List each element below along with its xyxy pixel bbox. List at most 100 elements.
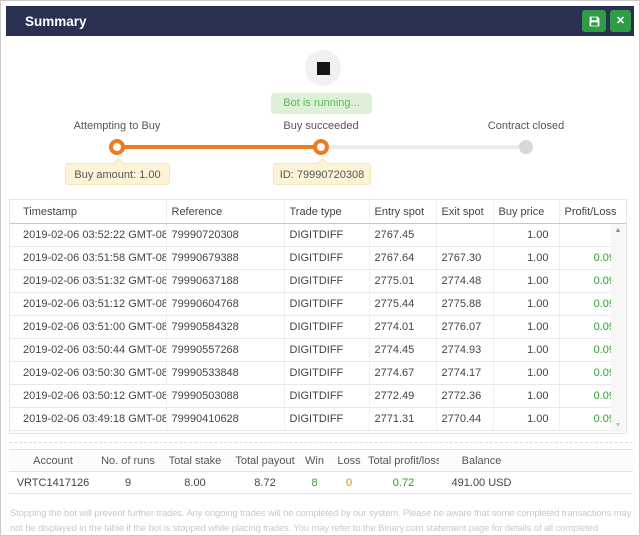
trade-type: DIGITDIFF	[284, 224, 369, 247]
spacer	[524, 450, 633, 472]
trades-table: Timestamp Reference Trade type Entry spo…	[10, 200, 626, 431]
trade-timestamp: 2019-02-06 03:51:32 GMT-0800	[10, 270, 166, 293]
close-button[interactable]: ✕	[610, 10, 631, 32]
trade-entry-spot: 2771.31	[369, 408, 436, 431]
trade-timestamp: 2019-02-06 03:51:00 GMT-0800	[10, 316, 166, 339]
column-header-profit-loss: Profit/Loss	[559, 200, 626, 224]
spacer	[524, 472, 633, 494]
progress-line-active	[117, 145, 321, 149]
trade-entry-spot: 2767.45	[369, 224, 436, 247]
trade-buy-price: 1.00	[493, 385, 559, 408]
step-label-buy-succeeded: Buy succeeded	[246, 120, 396, 132]
trade-type: DIGITDIFF	[284, 316, 369, 339]
trade-buy-price: 1.00	[493, 293, 559, 316]
step-dot-contract-closed	[519, 140, 533, 154]
summary-table-container: Account No. of runs Total stake Total pa…	[9, 449, 633, 494]
trade-exit-spot: 2774.93	[436, 339, 493, 362]
trade-buy-price: 1.00	[493, 270, 559, 293]
trade-timestamp: 2019-02-06 03:51:12 GMT-0800	[10, 293, 166, 316]
summary-header-row: Account No. of runs Total stake Total pa…	[9, 450, 633, 472]
trade-type: DIGITDIFF	[284, 247, 369, 270]
dialog-title: Summary	[25, 14, 87, 29]
step-dot-buy-succeeded	[313, 139, 329, 155]
step-label-contract-closed: Contract closed	[451, 120, 601, 132]
trade-timestamp: 2019-02-06 03:50:30 GMT-0800	[10, 362, 166, 385]
trade-reference: 79990679388	[166, 247, 284, 270]
column-header-trade-type: Trade type	[284, 200, 369, 224]
summary-header-account: Account	[9, 450, 97, 472]
trade-buy-price: 1.00	[493, 224, 559, 247]
table-row: 2019-02-06 03:50:44 GMT-0800 79990557268…	[10, 339, 626, 362]
trade-reference: 79990604768	[166, 293, 284, 316]
trade-timestamp: 2019-02-06 03:49:18 GMT-0800	[10, 408, 166, 431]
column-header-exit-spot: Exit spot	[436, 200, 493, 224]
trade-reference: 79990637188	[166, 270, 284, 293]
summary-header-no-of-runs: No. of runs	[97, 450, 159, 472]
trade-buy-price: 1.00	[493, 362, 559, 385]
balance-value: 491.00 USD	[439, 472, 524, 494]
loss-count: 0	[330, 472, 368, 494]
summary-header-total-profit-loss: Total profit/loss	[368, 450, 439, 472]
trade-type: DIGITDIFF	[284, 270, 369, 293]
contract-id-tooltip: ID: 79990720308	[273, 163, 371, 185]
trade-reference: 79990720308	[166, 224, 284, 247]
summary-table: Account No. of runs Total stake Total pa…	[9, 449, 633, 494]
table-row: 2019-02-06 03:51:12 GMT-0800 79990604768…	[10, 293, 626, 316]
trade-reference: 79990410628	[166, 408, 284, 431]
trade-entry-spot: 2774.01	[369, 316, 436, 339]
account-value: VRTC1417126	[9, 472, 97, 494]
trades-table-container: Timestamp Reference Trade type Entry spo…	[9, 199, 627, 434]
column-header-buy-price: Buy price	[493, 200, 559, 224]
trade-exit-spot: 2772.36	[436, 385, 493, 408]
trade-reference: 79990503088	[166, 385, 284, 408]
trade-buy-price: 1.00	[493, 316, 559, 339]
table-row: 2019-02-06 03:51:32 GMT-0800 79990637188…	[10, 270, 626, 293]
save-button[interactable]	[582, 10, 606, 32]
trade-type: DIGITDIFF	[284, 362, 369, 385]
summary-header-total-stake: Total stake	[159, 450, 231, 472]
table-row: 2019-02-06 03:52:22 GMT-0800 79990720308…	[10, 224, 626, 247]
trade-entry-spot: 2767.64	[369, 247, 436, 270]
summary-values-row: VRTC1417126 9 8.00 8.72 8 0 0.72 491.00 …	[9, 472, 633, 494]
table-row: 2019-02-06 03:50:12 GMT-0800 79990503088…	[10, 385, 626, 408]
trade-entry-spot: 2774.45	[369, 339, 436, 362]
summary-dialog: Summary ✕ Bot is running... Attempting t…	[0, 0, 640, 536]
trade-reference: 79990584328	[166, 316, 284, 339]
summary-header-loss: Loss	[330, 450, 368, 472]
table-row: 2019-02-06 03:49:18 GMT-0800 79990410628…	[10, 408, 626, 431]
column-header-reference: Reference	[166, 200, 284, 224]
trade-buy-price: 1.00	[493, 339, 559, 362]
close-icon: ✕	[616, 10, 625, 32]
trade-exit-spot: 2776.07	[436, 316, 493, 339]
stop-bot-button[interactable]	[305, 50, 341, 86]
vertical-scrollbar[interactable]: ▲ ▼	[611, 224, 625, 432]
trade-timestamp: 2019-02-06 03:50:44 GMT-0800	[10, 339, 166, 362]
trades-header-row: Timestamp Reference Trade type Entry spo…	[10, 200, 626, 224]
win-count: 8	[299, 472, 330, 494]
trade-type: DIGITDIFF	[284, 385, 369, 408]
trade-timestamp: 2019-02-06 03:51:58 GMT-0800	[10, 247, 166, 270]
summary-header-balance: Balance	[439, 450, 524, 472]
trade-exit-spot: 2767.30	[436, 247, 493, 270]
table-row: 2019-02-06 03:50:30 GMT-0800 79990533848…	[10, 362, 626, 385]
scrollbar-up-icon[interactable]: ▲	[615, 224, 622, 234]
column-header-timestamp: Timestamp	[10, 200, 166, 224]
trade-type: DIGITDIFF	[284, 408, 369, 431]
trade-exit-spot: 2770.44	[436, 408, 493, 431]
bot-status-badge: Bot is running...	[271, 93, 372, 114]
trade-buy-price: 1.00	[493, 247, 559, 270]
trade-exit-spot: 2775.88	[436, 293, 493, 316]
progress-line-pending	[321, 145, 526, 149]
save-icon	[588, 15, 601, 28]
trade-entry-spot: 2775.44	[369, 293, 436, 316]
dashed-divider	[9, 442, 633, 443]
summary-header-win: Win	[299, 450, 330, 472]
trade-buy-price: 1.00	[493, 408, 559, 431]
trade-exit-spot	[436, 224, 493, 247]
trade-exit-spot: 2774.48	[436, 270, 493, 293]
scrollbar-down-icon[interactable]: ▼	[615, 422, 622, 432]
dialog-titlebar[interactable]: Summary ✕	[6, 6, 634, 36]
stop-bot-disclaimer: Stopping the bot will prevent further tr…	[10, 506, 633, 536]
table-row: 2019-02-06 03:51:00 GMT-0800 79990584328…	[10, 316, 626, 339]
summary-header-total-payout: Total payout	[231, 450, 299, 472]
